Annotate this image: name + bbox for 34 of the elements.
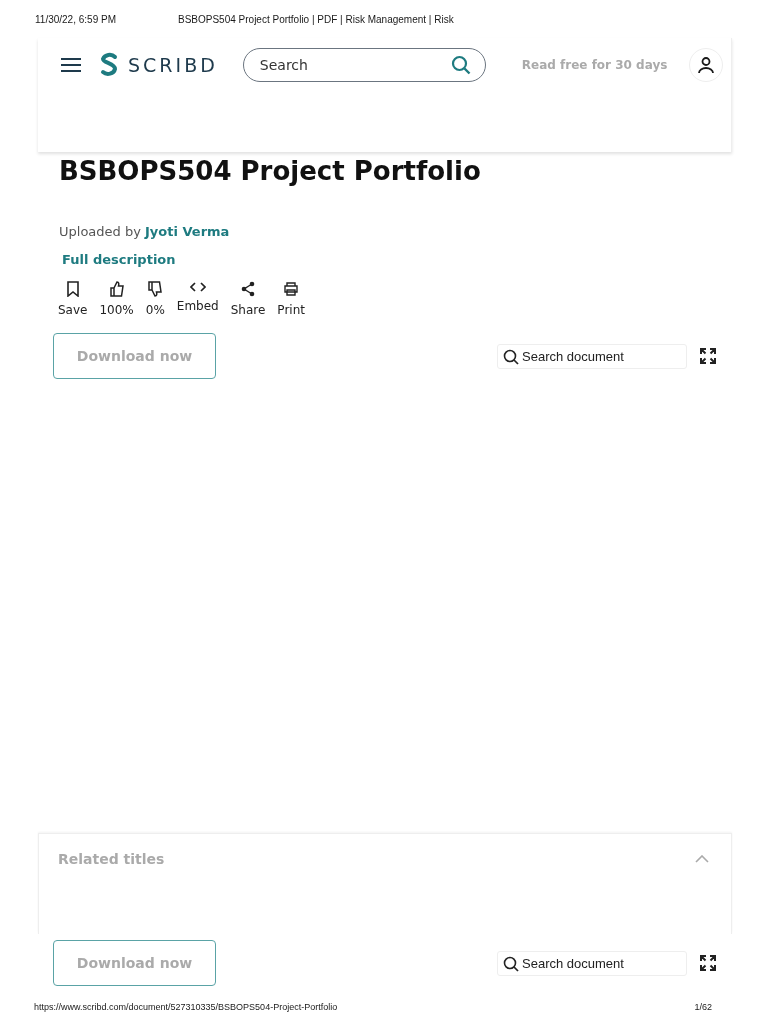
- fullscreen-icon[interactable]: [700, 955, 716, 971]
- search-icon: [503, 348, 519, 365]
- related-titles-heading: Related titles: [58, 851, 165, 867]
- menu-icon[interactable]: [61, 58, 81, 72]
- printer-icon: [283, 281, 300, 297]
- user-icon: [697, 56, 716, 74]
- thumbs-down-icon: [147, 281, 164, 297]
- action-button[interactable]: Save: [58, 281, 88, 317]
- action-button[interactable]: 100%: [99, 281, 134, 317]
- search-icon[interactable]: [450, 55, 471, 75]
- action-button[interactable]: Print: [277, 281, 305, 317]
- thumbs-up-icon: [108, 281, 125, 297]
- search-icon: [503, 955, 519, 972]
- bookmark-icon: [65, 281, 80, 297]
- logo-icon: [98, 52, 120, 78]
- uploader-link[interactable]: Jyoti Verma: [145, 224, 230, 239]
- print-date: 11/30/22, 6:59 PM: [35, 13, 116, 25]
- uploaded-label: Uploaded by: [59, 224, 141, 239]
- fullscreen-icon[interactable]: [700, 348, 716, 364]
- page-title: BSBOPS504 Project Portfolio | PDF | Risk Management | Risk: [178, 13, 454, 25]
- account-button[interactable]: [689, 48, 724, 82]
- logo-text[interactable]: SCRIBD: [128, 54, 218, 76]
- search-document-field[interactable]: Search document: [497, 950, 687, 976]
- search-field[interactable]: Search: [242, 48, 486, 82]
- code-icon: [189, 281, 206, 293]
- page-url: https://www.scribd.com/document/527310335/BSBOPS504-Project-Portfolio: [34, 1002, 338, 1012]
- action-button[interactable]: Share: [230, 281, 266, 317]
- document-title: BSBOPS504 Project Portfolio: [59, 156, 482, 186]
- share-icon: [240, 281, 257, 297]
- action-button[interactable]: Embed: [176, 281, 219, 317]
- page-number: 1/62: [694, 1002, 712, 1012]
- action-button[interactable]: 0%: [145, 281, 165, 317]
- full-description-link[interactable]: Full description: [62, 252, 716, 267]
- search-document-field[interactable]: Search document: [497, 343, 687, 369]
